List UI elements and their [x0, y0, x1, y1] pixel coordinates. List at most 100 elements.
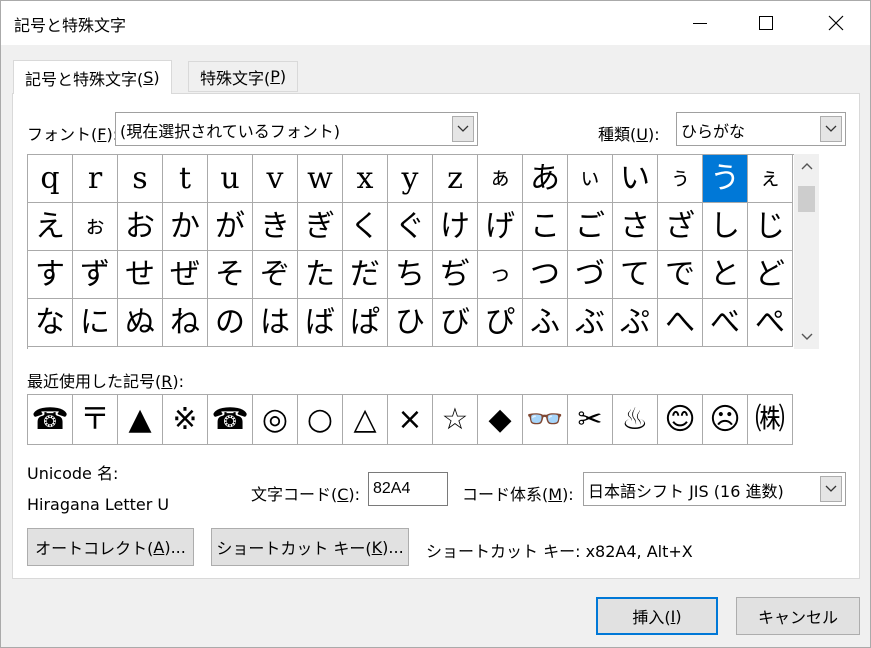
recent-symbol-cell[interactable]: × [388, 395, 433, 445]
character-cell[interactable]: ぃ [568, 155, 613, 203]
recent-symbol-cell[interactable]: ◆ [478, 395, 523, 445]
character-cell[interactable]: ぁ [478, 155, 523, 203]
character-cell[interactable]: ぞ [253, 251, 298, 299]
scroll-up-button[interactable] [794, 154, 819, 178]
character-cell[interactable]: た [298, 251, 343, 299]
tab-symbols[interactable]: 記号と特殊文字(S) [13, 60, 172, 94]
character-cell[interactable]: t [163, 155, 208, 203]
recent-symbol-cell[interactable]: ☎ [28, 395, 73, 445]
character-cell[interactable]: ど [748, 251, 793, 299]
character-cell[interactable]: ぎ [298, 203, 343, 251]
character-cell[interactable]: げ [478, 203, 523, 251]
character-cell[interactable]: z [433, 155, 478, 203]
character-cell[interactable]: だ [343, 251, 388, 299]
character-cell[interactable]: ぐ [388, 203, 433, 251]
character-cell[interactable]: こ [523, 203, 568, 251]
character-cell[interactable]: ひ [388, 299, 433, 347]
character-cell[interactable]: ぇ [748, 155, 793, 203]
character-grid[interactable]: qrstuvwxyzぁあぃいぅうぇえぉおかがきぎくぐけげこごさざしじすずせぜそぞ… [27, 154, 794, 349]
character-cell[interactable]: じ [748, 203, 793, 251]
character-cell[interactable]: な [28, 299, 73, 347]
recent-symbol-cell[interactable]: 👓 [523, 395, 568, 445]
recent-symbol-cell[interactable]: 😊 [658, 395, 703, 445]
character-cell[interactable]: ざ [658, 203, 703, 251]
code-system-dropdown-button[interactable] [820, 476, 842, 502]
char-code-input[interactable] [368, 472, 448, 506]
character-cell[interactable]: ぉ [73, 203, 118, 251]
character-cell[interactable]: つ [523, 251, 568, 299]
recent-symbol-cell[interactable]: △ [343, 395, 388, 445]
character-cell[interactable]: に [73, 299, 118, 347]
recent-symbol-cell[interactable]: ※ [163, 395, 208, 445]
tab-special-characters[interactable]: 特殊文字(P) [188, 61, 299, 92]
scroll-down-button[interactable] [794, 325, 819, 349]
character-cell[interactable]: ち [388, 251, 433, 299]
character-cell[interactable]: ね [163, 299, 208, 347]
character-cell[interactable]: さ [613, 203, 658, 251]
close-button[interactable] [813, 1, 859, 45]
character-cell[interactable]: せ [118, 251, 163, 299]
character-cell[interactable]: ご [568, 203, 613, 251]
character-cell[interactable]: の [208, 299, 253, 347]
character-cell[interactable]: お [118, 203, 163, 251]
minimize-button[interactable] [677, 1, 723, 45]
character-cell[interactable]: べ [703, 299, 748, 347]
character-cell[interactable]: け [433, 203, 478, 251]
character-cell[interactable]: そ [208, 251, 253, 299]
character-cell[interactable]: き [253, 203, 298, 251]
character-cell[interactable]: x [343, 155, 388, 203]
character-cell[interactable]: す [28, 251, 73, 299]
autocorrect-button[interactable]: オートコレクト(A)... [27, 528, 194, 566]
character-cell[interactable]: て [613, 251, 658, 299]
character-cell[interactable]: が [208, 203, 253, 251]
character-cell[interactable]: へ [658, 299, 703, 347]
character-cell[interactable]: く [343, 203, 388, 251]
character-cell[interactable]: う [703, 155, 748, 203]
character-cell[interactable]: ぱ [343, 299, 388, 347]
character-cell[interactable]: あ [523, 155, 568, 203]
recent-symbols[interactable]: ☎ 〒 ▲ ※ ☎ ◎ ○ △ × ☆ ◆ 👓 ✂ ♨ 😊 ☹ ㈱ [27, 394, 793, 445]
recent-symbol-cell[interactable]: ☹ [703, 395, 748, 445]
character-cell[interactable]: ぬ [118, 299, 163, 347]
character-cell[interactable]: s [118, 155, 163, 203]
character-cell[interactable]: で [658, 251, 703, 299]
subset-dropdown-button[interactable] [820, 116, 842, 142]
character-cell[interactable]: っ [478, 251, 523, 299]
character-cell[interactable]: ぅ [658, 155, 703, 203]
recent-symbol-cell[interactable]: ㈱ [748, 395, 793, 445]
character-cell[interactable]: ば [298, 299, 343, 347]
character-cell[interactable]: ぷ [613, 299, 658, 347]
character-cell[interactable]: y [388, 155, 433, 203]
recent-symbol-cell[interactable]: ☆ [433, 395, 478, 445]
font-select[interactable]: (現在選択されているフォント) [115, 112, 478, 146]
recent-symbol-cell[interactable]: ◎ [253, 395, 298, 445]
maximize-button[interactable] [743, 1, 789, 45]
character-cell[interactable]: ぴ [478, 299, 523, 347]
recent-symbol-cell[interactable]: ♨ [613, 395, 658, 445]
recent-symbol-cell[interactable]: ☎ [208, 395, 253, 445]
character-cell[interactable]: ふ [523, 299, 568, 347]
subset-select[interactable]: ひらがな [676, 112, 846, 146]
font-dropdown-button[interactable] [452, 116, 474, 142]
character-cell[interactable]: ぺ [748, 299, 793, 347]
character-cell[interactable]: ぢ [433, 251, 478, 299]
insert-button[interactable]: 挿入(I) [596, 597, 718, 635]
character-cell[interactable]: び [433, 299, 478, 347]
character-cell[interactable]: と [703, 251, 748, 299]
character-cell[interactable]: v [253, 155, 298, 203]
character-cell[interactable]: は [253, 299, 298, 347]
recent-symbol-cell[interactable]: ▲ [118, 395, 163, 445]
character-cell[interactable]: い [613, 155, 658, 203]
character-cell[interactable]: ぜ [163, 251, 208, 299]
character-cell[interactable]: え [28, 203, 73, 251]
cancel-button[interactable]: キャンセル [736, 597, 860, 635]
recent-symbol-cell[interactable]: 〒 [73, 395, 118, 445]
grid-scrollbar[interactable] [794, 154, 819, 349]
character-cell[interactable]: q [28, 155, 73, 203]
character-cell[interactable]: か [163, 203, 208, 251]
character-cell[interactable]: づ [568, 251, 613, 299]
recent-symbol-cell[interactable]: ✂ [568, 395, 613, 445]
character-cell[interactable]: r [73, 155, 118, 203]
character-cell[interactable]: ぶ [568, 299, 613, 347]
character-cell[interactable]: し [703, 203, 748, 251]
